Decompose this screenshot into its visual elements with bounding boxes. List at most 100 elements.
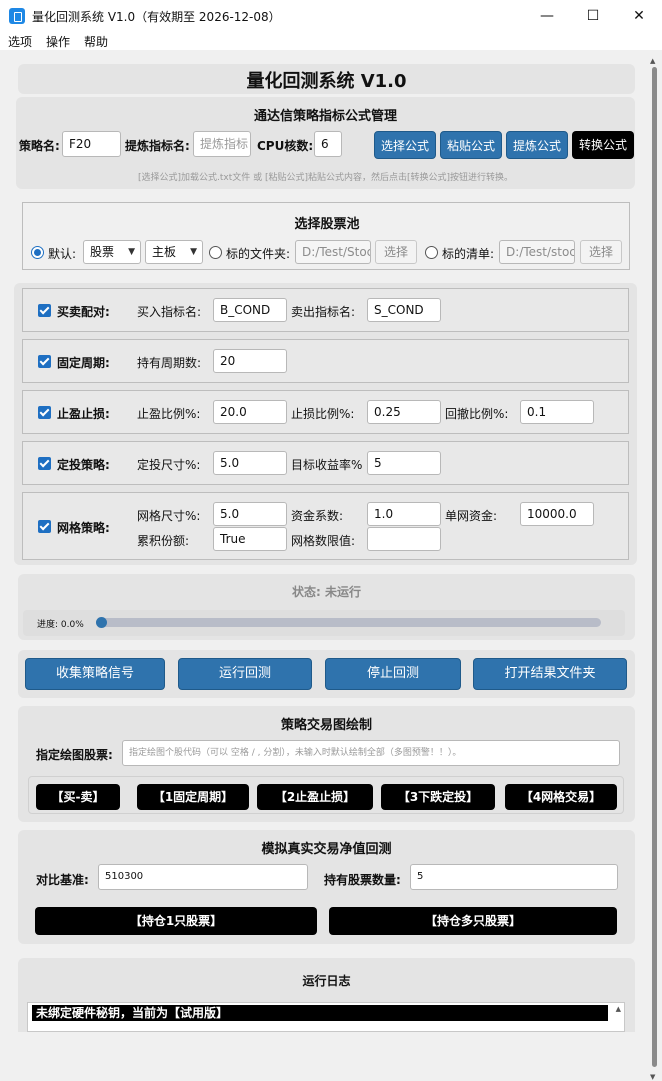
plot-fixed-period-button[interactable]: 【1固定周期】 (137, 784, 249, 810)
grid-limit-input[interactable] (367, 527, 441, 551)
strategy-name-input[interactable]: F20 (62, 131, 121, 157)
grid-size-input[interactable]: 5.0 (213, 502, 287, 526)
progress-label: 进度: 0.0% (37, 620, 84, 630)
log-area[interactable]: 未绑定硬件秘钥，当前为【试用版】 ▲ (27, 1002, 625, 1032)
sim-section-title: 模拟真实交易净值回测 (261, 842, 392, 857)
pair-label: 买卖配对: (57, 305, 110, 319)
hold-period-input[interactable]: 20 (213, 349, 287, 373)
board-select[interactable]: 主板 ▼ (145, 240, 203, 264)
folder-select-button[interactable]: 选择 (375, 240, 417, 264)
stop-label: 止盈止损: (57, 407, 110, 421)
close-button[interactable]: ✕ (616, 0, 662, 32)
drawdown-input[interactable]: 0.1 (520, 400, 594, 424)
plot-stock-input[interactable]: 指定绘图个股代码（可以 空格 / , 分割），未输入时默认绘制全部（多图预警！！… (122, 740, 620, 766)
log-line: 未绑定硬件秘钥，当前为【试用版】 (32, 1005, 608, 1021)
target-return-input[interactable]: 5 (367, 451, 441, 475)
cpu-cores-input[interactable]: 6 (314, 131, 342, 157)
strategy-name-label: 策略名: (19, 139, 60, 153)
header-panel: 量化回测系统 V1.0 (18, 64, 635, 94)
status-text: 状态: 未运行 (292, 585, 361, 599)
folder-radio[interactable] (209, 246, 222, 259)
collect-signals-button[interactable]: 收集策略信号 (25, 658, 165, 690)
plot-stop-button[interactable]: 【2止盈止损】 (257, 784, 373, 810)
stop-loss-label: 止损比例%: (291, 407, 355, 421)
grid-checkbox[interactable] (38, 520, 51, 533)
sell-indicator-input[interactable]: S_COND (367, 298, 441, 322)
stop-backtest-button[interactable]: 停止回测 (325, 658, 461, 690)
buy-indicator-input[interactable]: B_COND (213, 298, 287, 322)
plot-buy-sell-button[interactable]: 【买-卖】 (36, 784, 120, 810)
cpu-cores-label: CPU核数: (257, 139, 314, 153)
benchmark-input[interactable]: 510300 (98, 864, 308, 890)
strategy-pair-row: 买卖配对: 买入指标名: B_COND 卖出指标名: S_COND (22, 288, 629, 332)
benchmark-label: 对比基准: (36, 873, 89, 887)
extract-formula-button[interactable]: 提炼公式 (506, 131, 568, 159)
fixed-checkbox[interactable] (38, 355, 51, 368)
take-profit-label: 止盈比例%: (137, 407, 201, 421)
grid-label: 网格策略: (57, 521, 110, 535)
scroll-down-icon[interactable]: ▼ (650, 1073, 655, 1081)
sim-section: 模拟真实交易净值回测 对比基准: 510300 持有股票数量: 5 【持仓1只股… (18, 830, 635, 944)
strategy-stop-row: 止盈止损: 止盈比例%: 20.0 止损比例%: 0.25 回撤比例%: 0.1 (22, 390, 629, 434)
convert-formula-button[interactable]: 转换公式 (572, 131, 634, 159)
take-profit-input[interactable]: 20.0 (213, 400, 287, 424)
progress-track (96, 617, 601, 628)
folder-input[interactable]: D:/Test/Stoc (295, 240, 371, 264)
pair-checkbox[interactable] (38, 304, 51, 317)
formula-section: 通达信策略指标公式管理 策略名: F20 提炼指标名: 提炼指标 CPU核数: … (16, 97, 635, 189)
dca-label: 定投策略: (57, 458, 110, 472)
default-label: 默认: (48, 247, 77, 261)
type-select-value: 股票 (90, 245, 115, 259)
stop-loss-input[interactable]: 0.25 (367, 400, 441, 424)
list-radio[interactable] (425, 246, 438, 259)
grid-limit-label: 网格数限值: (291, 534, 356, 548)
formula-section-title: 通达信策略指标公式管理 (253, 109, 397, 124)
single-grid-input[interactable]: 10000.0 (520, 502, 594, 526)
paste-formula-button[interactable]: 粘贴公式 (440, 131, 502, 159)
capital-coef-label: 资金系数: (291, 509, 344, 523)
dca-checkbox[interactable] (38, 457, 51, 470)
scrollbar-thumb[interactable] (652, 67, 657, 1067)
accumulate-input[interactable]: True (213, 527, 287, 551)
list-select-button[interactable]: 选择 (580, 240, 622, 264)
progress-row: 进度: 0.0% (23, 610, 625, 636)
strategy-grid-row: 网格策略: 网格尺寸%: 5.0 资金系数: 1.0 单网资金: 10000.0… (22, 492, 629, 560)
default-radio[interactable] (31, 246, 44, 259)
menu-options[interactable]: 选项 (8, 33, 32, 50)
page-scrollbar[interactable]: ▲ ▼ (647, 55, 662, 1081)
hold-multi-button[interactable]: 【持仓多只股票】 (329, 907, 617, 935)
plot-stock-label: 指定绘图股票: (36, 748, 113, 762)
capital-coef-input[interactable]: 1.0 (367, 502, 441, 526)
board-select-value: 主板 (152, 245, 177, 259)
log-scroll-up-icon[interactable]: ▲ (616, 1005, 621, 1013)
hold-count-label: 持有股票数量: (324, 873, 401, 887)
menu-operate[interactable]: 操作 (46, 33, 70, 50)
plot-dca-button[interactable]: 【3下跌定投】 (381, 784, 495, 810)
page-title: 量化回测系统 V1.0 (246, 71, 407, 92)
strategy-fixed-row: 固定周期: 持有周期数: 20 (22, 339, 629, 383)
type-select[interactable]: 股票 ▼ (83, 240, 141, 264)
maximize-button[interactable]: ☐ (570, 0, 616, 32)
open-results-folder-button[interactable]: 打开结果文件夹 (473, 658, 627, 690)
hold-count-input[interactable]: 5 (410, 864, 618, 890)
formula-hint: [选择公式]加载公式.txt文件 或 [粘贴公式]粘贴公式内容，然后点击[转换公… (137, 173, 514, 183)
hold-single-button[interactable]: 【持仓1只股票】 (35, 907, 317, 935)
accumulate-label: 累积份额: (137, 534, 190, 548)
dca-size-input[interactable]: 5.0 (213, 451, 287, 475)
action-section: 收集策略信号 运行回测 停止回测 打开结果文件夹 (18, 650, 635, 698)
chevron-down-icon: ▼ (128, 247, 135, 257)
indicator-name-input[interactable]: 提炼指标 (193, 131, 251, 157)
scroll-up-icon[interactable]: ▲ (650, 57, 655, 65)
minimize-button[interactable]: — (524, 0, 570, 32)
app-icon (9, 8, 25, 24)
menu-help[interactable]: 帮助 (84, 33, 108, 50)
buy-indicator-label: 买入指标名: (137, 305, 202, 319)
select-formula-button[interactable]: 选择公式 (374, 131, 436, 159)
list-input[interactable]: D:/Test/stoc (499, 240, 575, 264)
plot-grid-button[interactable]: 【4网格交易】 (505, 784, 617, 810)
menu-bar: 选项 操作 帮助 (0, 32, 662, 50)
plot-button-row: 【买-卖】 【1固定周期】 【2止盈止损】 【3下跌定投】 【4网格交易】 (28, 776, 624, 814)
run-backtest-button[interactable]: 运行回测 (178, 658, 312, 690)
stop-checkbox[interactable] (38, 406, 51, 419)
fixed-label: 固定周期: (57, 356, 110, 370)
